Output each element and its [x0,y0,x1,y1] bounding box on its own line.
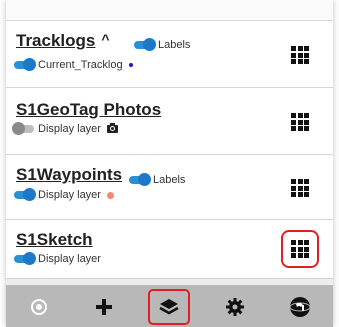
layer-title[interactable]: Tracklogs ^ [16,31,110,51]
labels-toggle[interactable]: Labels [129,173,186,186]
s1-globe-icon[interactable] [281,291,319,323]
layer-row-waypoints[interactable]: S1Waypoints Labels Display layer [6,155,333,220]
top-strip [6,0,333,21]
grid-menu-icon[interactable] [286,174,314,202]
toggle-label: Current_Tracklog [38,59,123,71]
tracklog-color-dot [128,63,133,67]
layer-list-panel: Tracklogs ^ Labels Current_Tracklog S1Geo… [6,0,333,327]
display-layer-toggle[interactable]: Display layer [14,188,114,201]
add-icon[interactable] [85,291,123,323]
toggle-switch[interactable] [12,122,34,135]
toggle-switch[interactable] [14,188,36,201]
bottom-toolbar [6,286,333,327]
display-layer-toggle[interactable]: Display layer [14,252,101,265]
toggle-switch[interactable] [129,173,151,186]
next-row-peek [6,279,333,286]
layer-title-text: Tracklogs [16,31,96,50]
layer-title[interactable]: S1Sketch [16,230,93,250]
display-layer-toggle[interactable]: Display layer [12,122,118,135]
waypoint-color-dot [106,191,114,199]
grid-menu-icon[interactable] [286,108,314,136]
current-tracklog-toggle[interactable]: Current_Tracklog [14,58,133,71]
toggle-switch[interactable] [134,38,156,51]
layer-title[interactable]: S1Waypoints [16,165,122,185]
layer-row-tracklogs[interactable]: Tracklogs ^ Labels Current_Tracklog [6,21,333,88]
layer-title[interactable]: S1GeoTag Photos [16,100,161,120]
toggle-label: Display layer [38,253,101,265]
labels-toggle[interactable]: Labels [134,38,191,51]
toggle-label: Display layer [38,123,101,135]
toggle-switch[interactable] [14,58,36,71]
settings-icon[interactable] [216,291,254,323]
layer-row-sketch[interactable]: S1Sketch Display layer [6,220,333,279]
grid-menu-icon[interactable] [286,41,314,69]
toggle-label: Labels [158,39,191,51]
camera-icon [106,123,118,133]
gps-target-icon[interactable] [20,291,58,323]
toggle-label: Display layer [38,189,101,201]
toggle-label: Labels [153,174,186,186]
layers-icon[interactable] [148,288,191,325]
chevron-up-icon[interactable]: ^ [101,31,109,47]
grid-menu-icon[interactable] [281,230,319,268]
layer-row-geotag-photos[interactable]: S1GeoTag Photos Display layer [6,88,333,155]
toggle-switch[interactable] [14,252,36,265]
